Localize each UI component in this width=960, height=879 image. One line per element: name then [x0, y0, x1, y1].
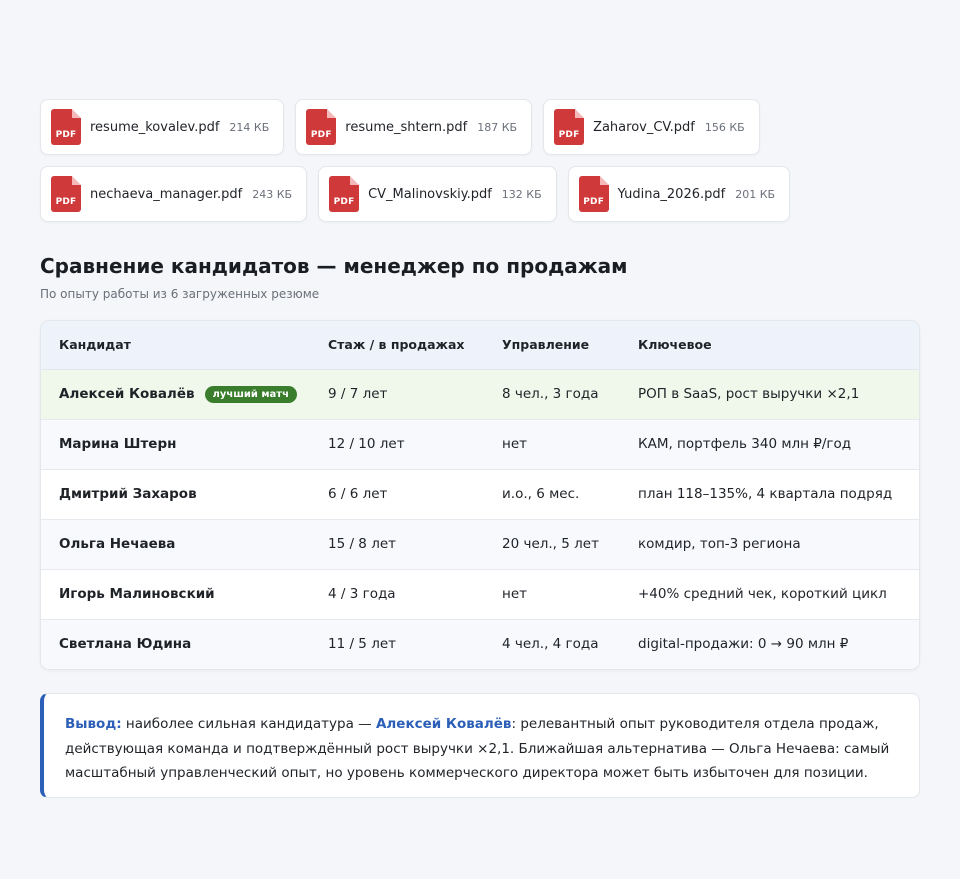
file-size: 156 КБ [704, 120, 745, 134]
column-header-key: Ключевое [620, 321, 919, 370]
page-title: Сравнение кандидатов — менеджер по прода… [40, 254, 628, 278]
key-cell: digital-продажи: 0 → 90 млн ₽ [638, 636, 849, 653]
page: PDF resume_kovalev.pdf 214 КБ PDF resume… [40, 99, 920, 798]
file-chip[interactable]: PDF resume_kovalev.pdf 214 КБ [40, 99, 285, 155]
candidate-name: Игорь Малиновский [41, 569, 310, 620]
experience-cell: 12 / 10 лет [310, 419, 484, 470]
file-size: 187 КБ [477, 120, 518, 134]
candidate-name: Ольга Нечаева [41, 519, 310, 570]
conclusion-text: наиболее сильная кандидатура — [121, 716, 376, 732]
management-cell: 4 чел., 4 года [502, 636, 599, 653]
table-row: Дмитрий Захаров 6 / 6 лет и.о., 6 мес. п… [41, 469, 919, 520]
file-size: 201 КБ [735, 187, 776, 201]
table-row: Светлана Юдина 11 / 5 лет 4 чел., 4 года… [41, 619, 919, 669]
experience-cell: 4 / 3 года [310, 569, 484, 620]
pdf-file-icon: PDF [51, 176, 81, 212]
candidate-name: Светлана Юдина [59, 636, 192, 653]
management-cell: и.о., 6 мес. [484, 469, 620, 520]
conclusion-lead: Вывод: [65, 716, 122, 732]
table-row: Ольга Нечаева 15 / 8 лет 20 чел., 5 лет … [41, 519, 919, 570]
file-name: resume_shtern.pdf [345, 119, 468, 135]
management-cell: 20 чел., 5 лет [484, 519, 620, 570]
table-row: Игорь Малиновский 4 / 3 года нет +40% ср… [41, 569, 919, 620]
key-cell: РОП в SaaS, рост выручки ×2,1 [620, 369, 919, 420]
pdf-file-icon: PDF [554, 109, 585, 145]
conclusion-callout: Вывод: наиболее сильная кандидатура — Ал… [40, 693, 920, 798]
conclusion-highlight: Алексей Ковалёв [375, 716, 512, 732]
file-chip[interactable]: PDF Yudina_2026.pdf 201 КБ [567, 166, 791, 222]
pdf-file-icon: PDF [329, 176, 360, 212]
file-name: Yudina_2026.pdf [617, 186, 726, 202]
page-subtitle: По опыту работы из 6 загруженных резюме [40, 287, 320, 301]
attached-files: PDF resume_kovalev.pdf 214 КБ PDF resume… [40, 99, 791, 222]
file-name: CV_Malinovskiy.pdf [368, 186, 492, 202]
file-size: 214 КБ [229, 120, 270, 134]
experience-cell: 15 / 8 лет [310, 519, 484, 570]
pdf-file-icon: PDF [51, 109, 81, 145]
file-row: PDF nechaeva_manager.pdf 243 КБ PDF CV_M… [40, 166, 791, 222]
candidate-name: Алексей Ковалёв лучший матч [41, 369, 310, 420]
best-match-badge: лучший матч [204, 385, 297, 403]
pdf-file-icon: PDF [578, 176, 609, 212]
candidates-table: Кандидат Стаж / в продажах Управление Кл… [40, 320, 920, 670]
column-header-management: Управление [484, 321, 620, 370]
file-size: 243 КБ [252, 187, 293, 201]
table-header-row: Кандидат Стаж / в продажах Управление Кл… [41, 321, 919, 370]
pdf-file-icon: PDF [306, 109, 337, 145]
table-row: Марина Штерн 12 / 10 лет нет КАМ, портфе… [41, 419, 919, 470]
column-header-candidate: Кандидат [41, 321, 310, 370]
key-cell: КАМ, портфель 340 млн ₽/год [620, 419, 919, 470]
management-cell: нет [484, 419, 620, 470]
experience-cell: 6 / 6 лет [310, 469, 484, 520]
file-chip[interactable]: PDF Zaharov_CV.pdf 156 КБ [543, 99, 760, 155]
file-name: resume_kovalev.pdf [90, 119, 220, 135]
key-cell: план 118–135%, 4 квартала подряд [620, 469, 919, 520]
table-row: Алексей Ковалёв лучший матч 9 / 7 лет 8 ч… [41, 369, 919, 420]
key-cell: +40% средний чек, короткий цикл [620, 569, 919, 620]
experience-cell: 11 / 5 лет [328, 636, 396, 653]
file-size: 132 КБ [501, 187, 542, 201]
file-name: Zaharov_CV.pdf [593, 119, 695, 135]
management-cell: нет [484, 569, 620, 620]
key-cell: комдир, топ-3 региона [620, 519, 919, 570]
management-cell: 8 чел., 3 года [484, 369, 620, 420]
column-header-experience: Стаж / в продажах [310, 321, 484, 370]
file-chip[interactable]: PDF nechaeva_manager.pdf 243 КБ [40, 166, 308, 222]
candidate-name: Марина Штерн [41, 419, 310, 470]
file-chip[interactable]: PDF resume_shtern.pdf 187 КБ [295, 99, 533, 155]
file-chip[interactable]: PDF CV_Malinovskiy.pdf 132 КБ [318, 166, 557, 222]
file-row: PDF resume_kovalev.pdf 214 КБ PDF resume… [40, 99, 760, 155]
candidate-name: Дмитрий Захаров [41, 469, 310, 520]
experience-cell: 9 / 7 лет [310, 369, 484, 420]
file-name: nechaeva_manager.pdf [90, 186, 243, 202]
